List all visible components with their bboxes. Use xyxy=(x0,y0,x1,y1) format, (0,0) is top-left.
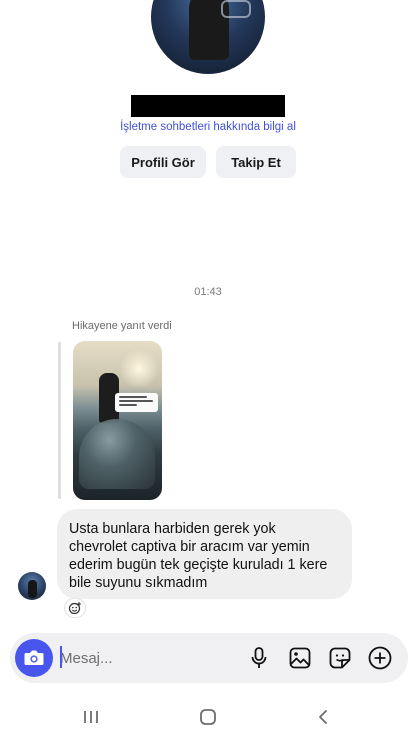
message-bubble[interactable]: Usta bunlara harbiden gerek yok chevrole… xyxy=(57,509,352,599)
message-input[interactable] xyxy=(60,647,240,669)
story-reply-indicator xyxy=(58,342,61,499)
story-reply-label: Hikayene yanıt verdi xyxy=(72,320,172,332)
view-profile-button[interactable]: Profili Gör xyxy=(120,146,206,178)
story-text-sticker xyxy=(115,393,158,412)
plus-icon[interactable] xyxy=(368,646,392,670)
add-reaction-icon[interactable] xyxy=(64,598,86,618)
microphone-icon[interactable] xyxy=(247,646,271,670)
sticker-icon[interactable] xyxy=(328,646,352,670)
follow-button[interactable]: Takip Et xyxy=(216,146,296,178)
home-icon[interactable] xyxy=(193,706,223,728)
story-thumbnail[interactable] xyxy=(73,341,162,500)
redacted-username xyxy=(131,95,285,117)
gallery-icon[interactable] xyxy=(288,646,312,670)
story-car-hood xyxy=(79,419,155,489)
avatar-detail xyxy=(221,0,251,18)
profile-avatar[interactable] xyxy=(151,0,265,74)
recent-apps-icon[interactable] xyxy=(76,706,106,728)
camera-icon[interactable] xyxy=(15,639,53,677)
story-sun xyxy=(119,349,159,389)
timestamp-separator: 01:43 xyxy=(194,286,222,298)
text-cursor xyxy=(60,646,62,668)
system-navigation-bar xyxy=(0,700,416,740)
business-chats-info-link[interactable]: İşletme sohbetleri hakkında bilgi al xyxy=(0,121,416,133)
back-icon[interactable] xyxy=(308,706,338,728)
sender-avatar[interactable] xyxy=(18,572,46,600)
message-composer xyxy=(10,633,408,683)
